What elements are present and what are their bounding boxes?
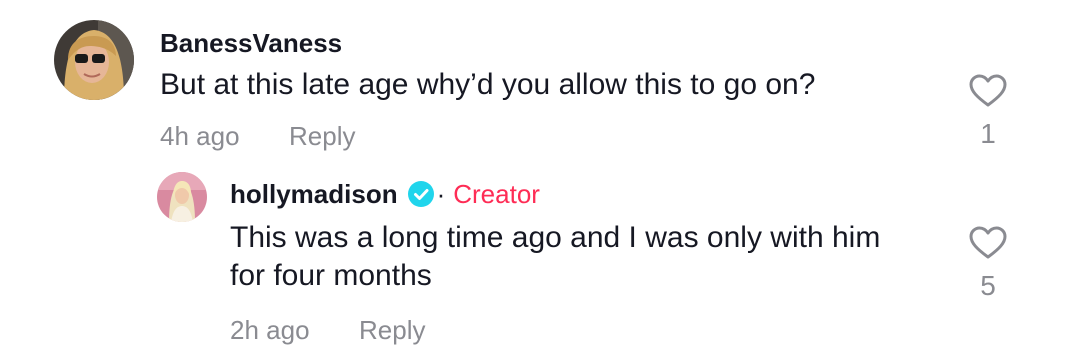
reply-button[interactable]: Reply (359, 315, 425, 345)
like-control: 1 (963, 74, 1013, 150)
reply-username[interactable]: hollymadison (230, 179, 398, 209)
avatar[interactable] (157, 172, 207, 222)
reply-text: This was a long time ago and I was only … (230, 221, 881, 292)
creator-badge: Creator (453, 179, 540, 209)
like-control: 5 (963, 226, 1013, 302)
avatar-image (157, 172, 207, 222)
heart-outline-icon[interactable] (969, 74, 1007, 108)
separator-dot: · (436, 179, 446, 209)
reply-header: hollymadison · Creator (230, 179, 540, 209)
comment-timestamp: 4h ago (160, 121, 240, 151)
comment-username[interactable]: BanessVaness (160, 28, 342, 58)
reply-button[interactable]: Reply (289, 121, 355, 151)
avatar[interactable] (54, 20, 134, 100)
like-count: 1 (980, 118, 996, 149)
verified-check-icon (407, 181, 434, 207)
like-count: 5 (980, 270, 996, 301)
comment-text: But at this late age why’d you allow thi… (160, 68, 816, 101)
reply-timestamp: 2h ago (230, 315, 310, 345)
avatar-image (54, 20, 134, 100)
heart-outline-icon[interactable] (969, 226, 1007, 260)
